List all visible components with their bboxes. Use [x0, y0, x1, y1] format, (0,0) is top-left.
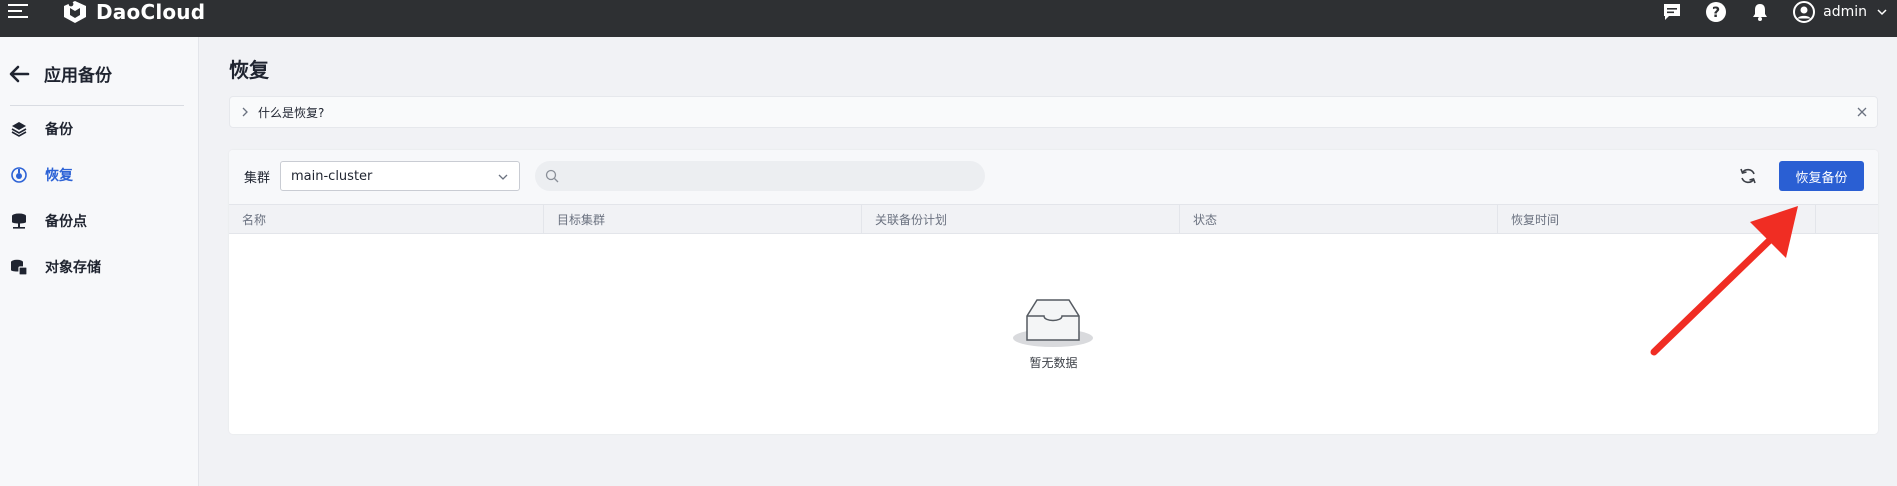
- bell-icon[interactable]: [1749, 1, 1771, 23]
- refresh-icon[interactable]: [1738, 166, 1758, 186]
- sidebar-item-backup-point[interactable]: 备份点: [10, 210, 87, 232]
- brand-name: DaoCloud: [96, 0, 206, 24]
- empty-state: 暂无数据: [229, 234, 1878, 434]
- search-input[interactable]: [535, 161, 985, 191]
- column-header-status[interactable]: 状态: [1180, 205, 1498, 233]
- menu-icon[interactable]: [8, 4, 28, 20]
- chevron-down-icon: [498, 174, 508, 180]
- column-header-name[interactable]: 名称: [229, 205, 544, 233]
- back-arrow-icon[interactable]: [8, 63, 30, 85]
- info-text[interactable]: 什么是恢复?: [258, 104, 324, 121]
- column-header-target-cluster[interactable]: 目标集群: [544, 205, 862, 233]
- page-title: 恢复: [229, 58, 269, 82]
- cluster-filter-label: 集群: [244, 171, 271, 186]
- close-icon[interactable]: [1855, 105, 1869, 119]
- storage-icon: [10, 258, 28, 276]
- database-icon: [10, 212, 28, 230]
- sidebar-item-object-storage[interactable]: 对象存储: [10, 256, 101, 278]
- restore-backup-button[interactable]: 恢复备份: [1779, 161, 1864, 191]
- sidebar-item-label: 备份: [45, 122, 73, 138]
- layers-icon: [10, 120, 28, 138]
- table-header: 名称 目标集群 关联备份计划 状态 恢复时间: [229, 204, 1878, 234]
- search-icon: [545, 169, 559, 183]
- chevron-right-icon[interactable]: [238, 105, 252, 119]
- annotation-arrow-icon: [1650, 206, 1798, 356]
- sidebar-item-label: 对象存储: [45, 260, 101, 276]
- info-banner[interactable]: 什么是恢复?: [229, 96, 1878, 128]
- sidebar-title: 应用备份: [44, 66, 112, 86]
- sidebar: 应用备份 备份 恢复 备份点 对象存储: [0, 37, 199, 486]
- restore-icon: [10, 166, 28, 184]
- empty-state-text: 暂无数据: [1029, 356, 1078, 370]
- user-avatar-icon: [1793, 1, 1816, 23]
- column-header-actions: [1816, 205, 1878, 233]
- help-icon[interactable]: ?: [1705, 1, 1727, 23]
- column-header-backup-plan[interactable]: 关联备份计划: [862, 205, 1180, 233]
- sidebar-item-label: 恢复: [45, 168, 73, 184]
- sidebar-divider: [10, 105, 184, 106]
- daocloud-logo-icon: [64, 1, 86, 23]
- restore-list-card: 集群 main-cluster 恢复备份 名称 目标集群 关联备份计划 状态 恢…: [229, 150, 1878, 434]
- brand[interactable]: DaoCloud: [62, 0, 205, 24]
- empty-inbox-icon: [1013, 299, 1093, 347]
- username: admin: [1823, 4, 1867, 20]
- message-icon[interactable]: [1661, 1, 1683, 23]
- top-bar: DaoCloud ? admin: [0, 0, 1897, 37]
- toolbar: 集群 main-cluster 恢复备份: [229, 150, 1878, 204]
- cluster-select-value: main-cluster: [291, 168, 373, 184]
- user-menu[interactable]: admin: [1793, 1, 1887, 23]
- sidebar-item-restore[interactable]: 恢复: [10, 164, 73, 186]
- sidebar-header: 应用备份: [8, 61, 112, 86]
- svg-text:?: ?: [1712, 5, 1720, 21]
- chevron-down-icon: [1877, 9, 1887, 16]
- sidebar-item-backup[interactable]: 备份: [10, 118, 73, 140]
- sidebar-item-label: 备份点: [45, 214, 87, 230]
- cluster-select[interactable]: main-cluster: [280, 161, 520, 191]
